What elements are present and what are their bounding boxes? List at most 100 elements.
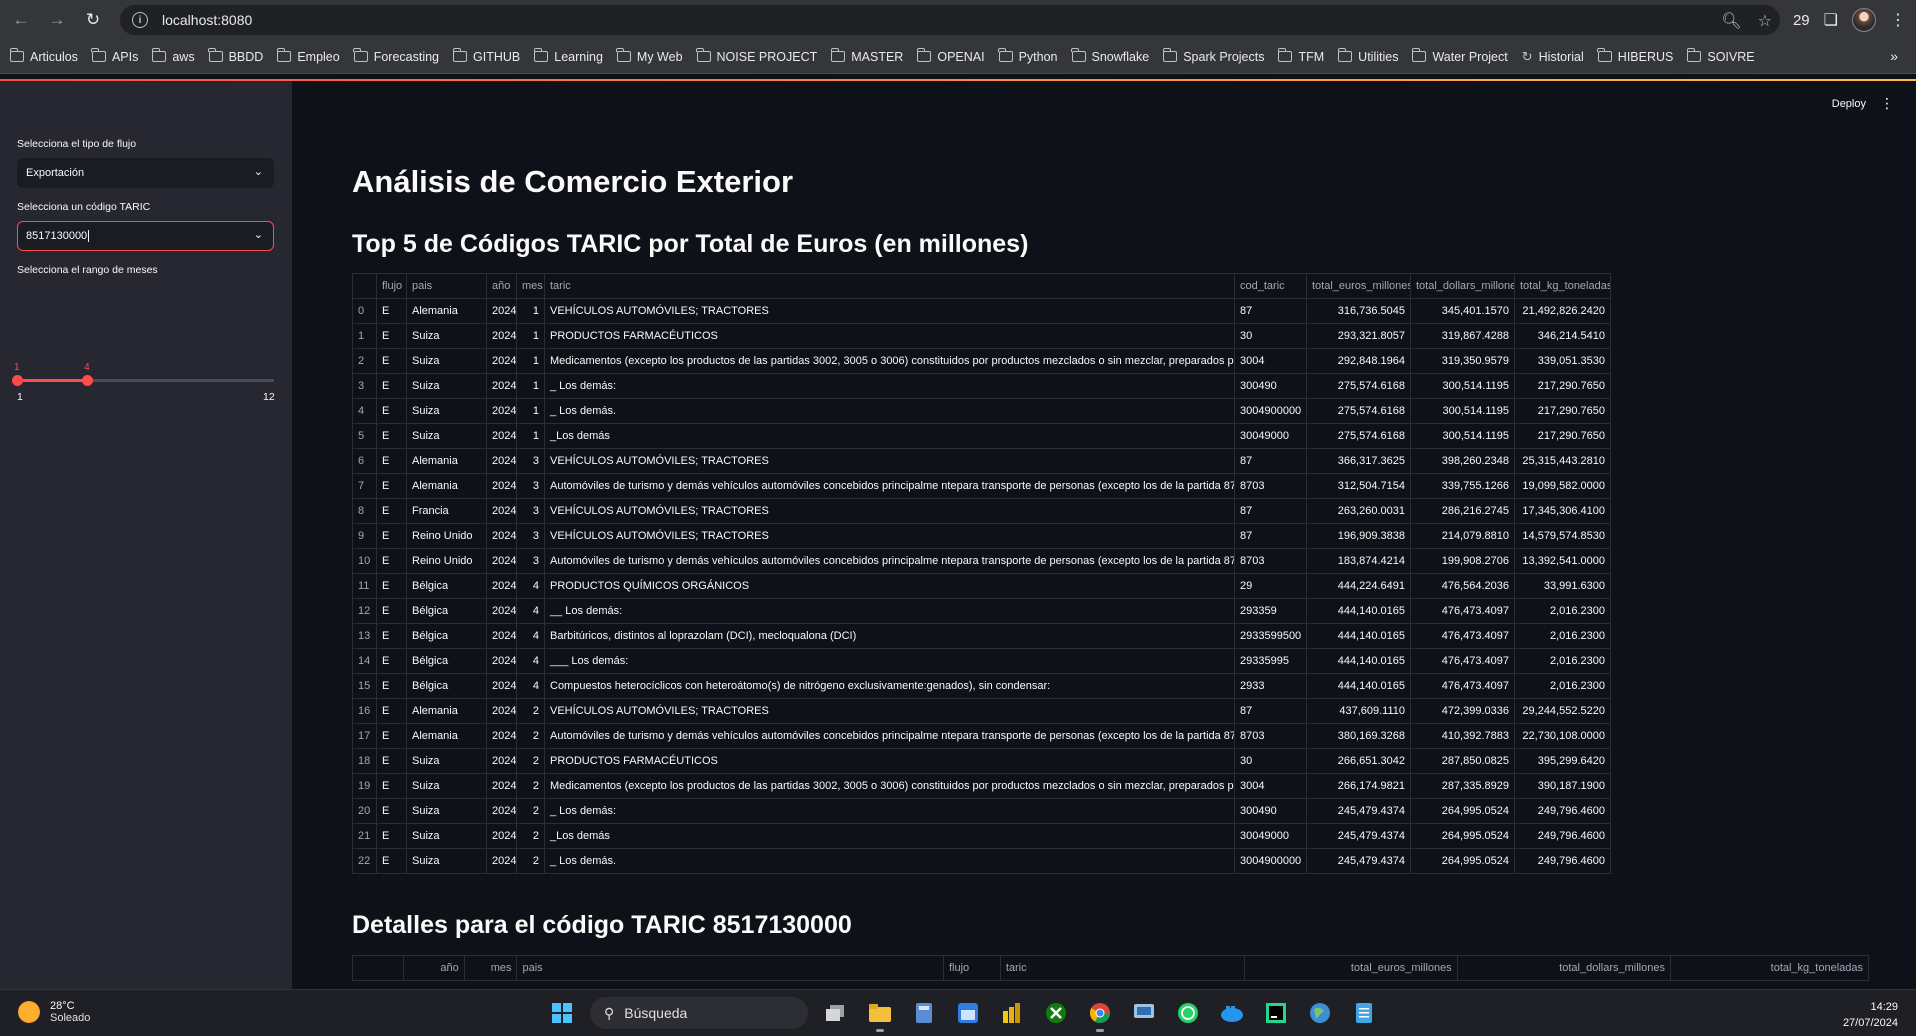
table-cell[interactable]: _Los demás [544, 823, 1235, 849]
table-cell[interactable]: 2933599500 [1234, 623, 1307, 649]
table-cell[interactable]: 293,321.8057 [1306, 323, 1411, 349]
taskbar-search[interactable]: ⚲ Búsqueda [590, 997, 808, 1029]
table-cell[interactable]: 18 [352, 748, 377, 774]
table-cell[interactable]: _Los demás [544, 423, 1235, 449]
table-cell[interactable]: 245,479.4374 [1306, 848, 1411, 874]
table-cell[interactable]: 2024 [486, 498, 517, 524]
bookmark-item[interactable]: OPENAI [916, 48, 985, 64]
column-header[interactable]: flujo [376, 273, 407, 299]
table-row[interactable]: 2 E Suiza 2024 1 Medicamentos (excepto los pr… [352, 348, 1611, 374]
table-cell[interactable]: 217,290.7650 [1514, 423, 1611, 449]
chrome-icon[interactable] [1084, 997, 1116, 1032]
table-cell[interactable]: E [376, 823, 407, 849]
table-cell[interactable]: 476,473.4097 [1410, 648, 1515, 674]
table-cell[interactable]: E [376, 748, 407, 774]
table-cell[interactable]: VEHÍCULOS AUTOMÓVILES; TRACTORES [544, 698, 1235, 724]
bookmark-item[interactable]: BBDD [208, 48, 263, 64]
bookmark-item[interactable]: APIs [91, 48, 138, 64]
table-cell[interactable]: _ Los demás: [544, 373, 1235, 399]
month-range-slider[interactable] [12, 375, 274, 386]
column-header[interactable]: taric [999, 955, 1245, 981]
table-cell[interactable]: 3 [516, 448, 545, 474]
table-row[interactable]: 12 E Bélgica 2024 4 __ Los demás: 293359 444,14… [352, 598, 1611, 624]
table-cell[interactable]: 21,492,826.2420 [1514, 298, 1611, 324]
table-cell[interactable]: 19,099,582.0000 [1514, 473, 1611, 499]
address-bar[interactable]: i localhost:8080 🔍︎ ☆ [120, 5, 1780, 35]
table-cell[interactable]: 319,350.9579 [1410, 348, 1515, 374]
table-row[interactable]: 15 E Bélgica 2024 4 Compuestos heterocíclicos… [352, 673, 1611, 699]
back-arrow-icon[interactable]: ← [6, 5, 36, 35]
table-cell[interactable]: 249,796.4600 [1514, 798, 1611, 824]
table-cell[interactable]: 339,755.1266 [1410, 473, 1515, 499]
bookmark-item[interactable]: Articulos [9, 48, 78, 64]
table-cell[interactable]: E [376, 398, 407, 424]
table-cell[interactable]: 263,260.0031 [1306, 498, 1411, 524]
flow-type-select[interactable]: Exportación ⌄ [17, 158, 274, 188]
power-bi-icon[interactable] [996, 997, 1028, 1029]
bookmark-item[interactable]: Utilities [1337, 48, 1398, 64]
table-cell[interactable]: 476,473.4097 [1410, 673, 1515, 699]
file-explorer-icon[interactable] [864, 997, 896, 1032]
table-cell[interactable]: E [376, 498, 407, 524]
table-cell[interactable]: 217,290.7650 [1514, 398, 1611, 424]
app-menu-icon[interactable]: ⋮ [1880, 95, 1894, 112]
table-cell[interactable]: 3 [516, 498, 545, 524]
bookmark-item[interactable]: GITHUB [452, 48, 520, 64]
table-cell[interactable]: 312,504.7154 [1306, 473, 1411, 499]
bookmark-item[interactable]: Empleo [276, 48, 340, 64]
table-cell[interactable]: 1 [516, 423, 545, 449]
calendar-icon[interactable] [952, 997, 984, 1029]
table-cell[interactable]: Suiza [406, 373, 487, 399]
table-cell[interactable]: Bélgica [406, 623, 487, 649]
table-cell[interactable]: 300,514.1195 [1410, 398, 1515, 424]
table-cell[interactable]: E [376, 548, 407, 574]
bookmark-item[interactable]: Snowflake [1071, 48, 1149, 64]
column-header[interactable]: año [402, 955, 465, 981]
table-cell[interactable]: 275,574.6168 [1306, 423, 1411, 449]
table-cell[interactable]: 3004900000 [1234, 398, 1307, 424]
forward-arrow-icon[interactable]: → [42, 5, 72, 35]
table-cell[interactable]: _ Los demás: [544, 798, 1235, 824]
table-cell[interactable]: PRODUCTOS QUÍMICOS ORGÁNICOS [544, 573, 1235, 599]
column-header[interactable]: total_dollars_millones [1456, 955, 1671, 981]
table-cell[interactable]: E [376, 373, 407, 399]
column-header[interactable]: mes [463, 955, 518, 981]
table-cell[interactable]: 2024 [486, 298, 517, 324]
table-cell[interactable]: ___ Los demás: [544, 648, 1235, 674]
table-cell[interactable]: 2 [352, 348, 377, 374]
table-cell[interactable]: 3004900000 [1234, 848, 1307, 874]
table-cell[interactable]: 287,335.8929 [1410, 773, 1515, 799]
table-cell[interactable]: 6 [352, 448, 377, 474]
table-cell[interactable]: Alemania [406, 723, 487, 749]
table-cell[interactable]: VEHÍCULOS AUTOMÓVILES; TRACTORES [544, 498, 1235, 524]
table-cell[interactable]: E [376, 798, 407, 824]
table-cell[interactable]: E [376, 348, 407, 374]
table-row[interactable]: 19 E Suiza 2024 2 Medicamentos (excepto los p… [352, 773, 1611, 799]
table-cell[interactable]: 3004 [1234, 348, 1307, 374]
table-cell[interactable]: E [376, 773, 407, 799]
table-cell[interactable]: 2,016.2300 [1514, 623, 1611, 649]
table-cell[interactable]: 4 [516, 598, 545, 624]
tab-count[interactable]: 29 [1793, 12, 1810, 29]
table-cell[interactable]: Reino Unido [406, 548, 487, 574]
table-cell[interactable]: 476,473.4097 [1410, 598, 1515, 624]
table-row[interactable]: 4 E Suiza 2024 1 _ Los demás. 3004900000 275,57… [352, 398, 1611, 424]
table-cell[interactable]: 3004 [1234, 773, 1307, 799]
bookmarks-overflow-icon[interactable]: » [1890, 48, 1898, 64]
table-cell[interactable]: 2024 [486, 698, 517, 724]
table-cell[interactable]: Suiza [406, 823, 487, 849]
table-cell[interactable]: 20 [352, 798, 377, 824]
table-cell[interactable]: 87 [1234, 698, 1307, 724]
table-cell[interactable]: Alemania [406, 448, 487, 474]
table-cell[interactable]: 2,016.2300 [1514, 598, 1611, 624]
bookmark-item[interactable]: Water Project [1411, 48, 1508, 64]
table-cell[interactable]: Alemania [406, 698, 487, 724]
table-cell[interactable]: 13,392,541.0000 [1514, 548, 1611, 574]
table-cell[interactable]: 2 [516, 748, 545, 774]
system-clock[interactable]: 14:29 27/07/2024 [1843, 999, 1898, 1031]
table-cell[interactable]: PRODUCTOS FARMACÉUTICOS [544, 748, 1235, 774]
table-cell[interactable]: 13 [352, 623, 377, 649]
table-cell[interactable]: 9 [352, 523, 377, 549]
table-cell[interactable]: E [376, 723, 407, 749]
table-cell[interactable]: 264,995.0524 [1410, 823, 1515, 849]
